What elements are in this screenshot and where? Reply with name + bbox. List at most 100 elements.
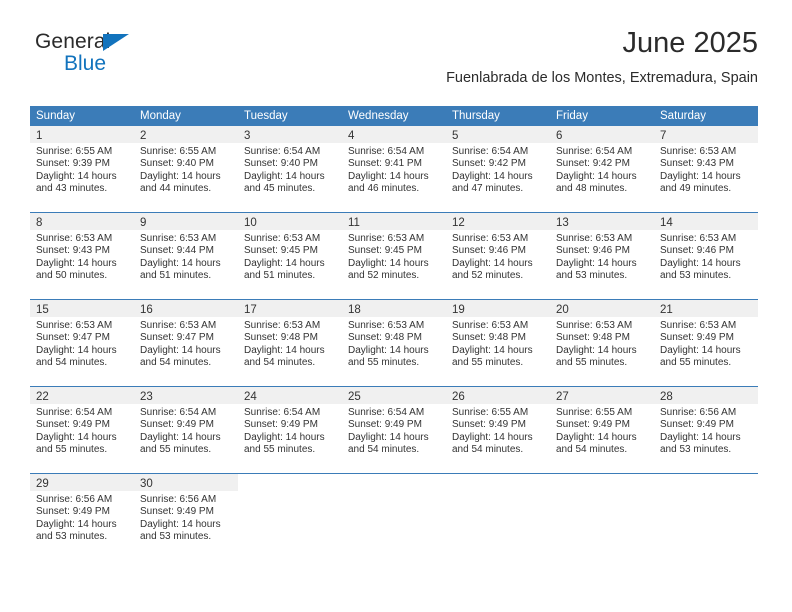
sunrise-text: Sunrise: 6:55 AM — [36, 146, 113, 157]
day-number-band: 27 — [550, 387, 654, 404]
day-number-band: 18 — [342, 300, 446, 317]
daylight-text: Daylight: 14 hours and 54 minutes. — [140, 344, 221, 369]
day-cell-14[interactable]: 14 Sunrise: 6:53 AM Sunset: 9:46 PM Dayligh… — [654, 213, 758, 299]
day-cell-22[interactable]: 22 Sunrise: 6:54 AM Sunset: 9:49 PM Dayligh… — [30, 387, 134, 473]
day-cell-17[interactable]: 17 Sunrise: 6:53 AM Sunset: 9:48 PM Dayligh… — [238, 300, 342, 386]
daylight-text: Daylight: 14 hours and 53 minutes. — [140, 518, 221, 543]
sunrise-text: Sunrise: 6:53 AM — [36, 320, 113, 331]
day-cell-20[interactable]: 20 Sunrise: 6:53 AM Sunset: 9:48 PM Dayligh… — [550, 300, 654, 386]
day-details: Sunrise: 6:53 AM Sunset: 9:43 PM Daylight:… — [30, 230, 134, 283]
sunrise-text: Sunrise: 6:53 AM — [556, 233, 633, 244]
day-cell-25[interactable]: 25 Sunrise: 6:54 AM Sunset: 9:49 PM Dayligh… — [342, 387, 446, 473]
weekday-header-saturday: Saturday — [660, 110, 707, 122]
day-number-band: 24 — [238, 387, 342, 404]
day-number-band: 17 — [238, 300, 342, 317]
day-cell-30[interactable]: 30 Sunrise: 6:56 AM Sunset: 9:49 PM Dayligh… — [134, 474, 238, 560]
sunrise-text: Sunrise: 6:53 AM — [140, 320, 217, 331]
day-cell-1[interactable]: 1 Sunrise: 6:55 AM Sunset: 9:39 PM Daylight… — [30, 126, 134, 212]
sunrise-text: Sunrise: 6:53 AM — [348, 233, 425, 244]
day-cell-23[interactable]: 23 Sunrise: 6:54 AM Sunset: 9:49 PM Dayligh… — [134, 387, 238, 473]
day-cell-empty — [446, 474, 550, 560]
day-details: Sunrise: 6:55 AM Sunset: 9:49 PM Daylight:… — [446, 404, 550, 457]
day-cell-29[interactable]: 29 Sunrise: 6:56 AM Sunset: 9:49 PM Dayligh… — [30, 474, 134, 560]
day-number-band: 7 — [654, 126, 758, 143]
sunrise-text: Sunrise: 6:56 AM — [140, 494, 217, 505]
day-cell-15[interactable]: 15 Sunrise: 6:53 AM Sunset: 9:47 PM Dayligh… — [30, 300, 134, 386]
sunrise-text: Sunrise: 6:54 AM — [140, 407, 217, 418]
sunset-text: Sunset: 9:40 PM — [244, 158, 318, 170]
day-number-band — [238, 474, 342, 491]
day-cell-21[interactable]: 21 Sunrise: 6:53 AM Sunset: 9:49 PM Dayligh… — [654, 300, 758, 386]
day-cell-18[interactable]: 18 Sunrise: 6:53 AM Sunset: 9:48 PM Dayligh… — [342, 300, 446, 386]
day-cell-26[interactable]: 26 Sunrise: 6:55 AM Sunset: 9:49 PM Dayligh… — [446, 387, 550, 473]
sunrise-text: Sunrise: 6:56 AM — [36, 494, 113, 505]
day-cell-11[interactable]: 11 Sunrise: 6:53 AM Sunset: 9:45 PM Dayligh… — [342, 213, 446, 299]
daylight-text: Daylight: 14 hours and 55 minutes. — [452, 344, 533, 369]
day-number-band: 12 — [446, 213, 550, 230]
day-number: 20 — [556, 304, 569, 316]
day-cell-12[interactable]: 12 Sunrise: 6:53 AM Sunset: 9:46 PM Dayligh… — [446, 213, 550, 299]
day-cell-9[interactable]: 9 Sunrise: 6:53 AM Sunset: 9:44 PM Daylight… — [134, 213, 238, 299]
day-number-band: 2 — [134, 126, 238, 143]
sunset-text: Sunset: 9:49 PM — [140, 419, 214, 431]
day-cell-2[interactable]: 2 Sunrise: 6:55 AM Sunset: 9:40 PM Daylight… — [134, 126, 238, 212]
calendar-grid: Sunday Monday Tuesday Wednesday Thursday Frid… — [30, 106, 758, 560]
day-number-band: 19 — [446, 300, 550, 317]
day-number: 14 — [660, 217, 673, 229]
day-cell-6[interactable]: 6 Sunrise: 6:54 AM Sunset: 9:42 PM Daylight… — [550, 126, 654, 212]
day-cell-10[interactable]: 10 Sunrise: 6:53 AM Sunset: 9:45 PM Dayligh… — [238, 213, 342, 299]
sunrise-text: Sunrise: 6:54 AM — [556, 146, 633, 157]
day-number-band — [342, 474, 446, 491]
week-row: 1 Sunrise: 6:55 AM Sunset: 9:39 PM Daylight… — [30, 126, 758, 212]
day-cell-3[interactable]: 3 Sunrise: 6:54 AM Sunset: 9:40 PM Daylight… — [238, 126, 342, 212]
day-cell-7[interactable]: 7 Sunrise: 6:53 AM Sunset: 9:43 PM Daylight… — [654, 126, 758, 212]
day-number-band — [550, 474, 654, 491]
day-cell-5[interactable]: 5 Sunrise: 6:54 AM Sunset: 9:42 PM Daylight… — [446, 126, 550, 212]
day-number: 5 — [452, 130, 459, 142]
day-cell-19[interactable]: 19 Sunrise: 6:53 AM Sunset: 9:48 PM Dayligh… — [446, 300, 550, 386]
day-number: 28 — [660, 391, 673, 403]
sunrise-text: Sunrise: 6:53 AM — [348, 320, 425, 331]
daylight-text: Daylight: 14 hours and 55 minutes. — [140, 431, 221, 456]
day-cell-13[interactable]: 13 Sunrise: 6:53 AM Sunset: 9:46 PM Dayligh… — [550, 213, 654, 299]
day-number: 25 — [348, 391, 361, 403]
week-row: 22 Sunrise: 6:54 AM Sunset: 9:49 PM Dayligh… — [30, 386, 758, 473]
daylight-text: Daylight: 14 hours and 52 minutes. — [452, 257, 533, 282]
day-details: Sunrise: 6:54 AM Sunset: 9:49 PM Daylight:… — [238, 404, 342, 457]
day-details: Sunrise: 6:55 AM Sunset: 9:49 PM Daylight:… — [550, 404, 654, 457]
sunset-text: Sunset: 9:48 PM — [452, 332, 526, 344]
sunrise-text: Sunrise: 6:55 AM — [556, 407, 633, 418]
day-details: Sunrise: 6:54 AM Sunset: 9:49 PM Daylight:… — [134, 404, 238, 457]
day-number: 30 — [140, 478, 153, 490]
sunrise-text: Sunrise: 6:53 AM — [140, 233, 217, 244]
day-number: 12 — [452, 217, 465, 229]
brand-name-general: General — [35, 30, 111, 53]
sunset-text: Sunset: 9:49 PM — [452, 419, 526, 431]
day-number: 13 — [556, 217, 569, 229]
page-title: June 2025 — [622, 27, 758, 59]
weekday-header-sunday: Sunday — [36, 110, 76, 122]
day-number-band: 5 — [446, 126, 550, 143]
sunset-text: Sunset: 9:43 PM — [36, 245, 110, 257]
sunset-text: Sunset: 9:48 PM — [244, 332, 318, 344]
sunset-text: Sunset: 9:42 PM — [556, 158, 630, 170]
day-cell-16[interactable]: 16 Sunrise: 6:53 AM Sunset: 9:47 PM Dayligh… — [134, 300, 238, 386]
day-cell-27[interactable]: 27 Sunrise: 6:55 AM Sunset: 9:49 PM Dayligh… — [550, 387, 654, 473]
daylight-text: Daylight: 14 hours and 53 minutes. — [556, 257, 637, 282]
daylight-text: Daylight: 14 hours and 53 minutes. — [36, 518, 117, 543]
weekday-header-monday: Monday — [140, 110, 181, 122]
day-cell-24[interactable]: 24 Sunrise: 6:54 AM Sunset: 9:49 PM Dayligh… — [238, 387, 342, 473]
day-cell-8[interactable]: 8 Sunrise: 6:53 AM Sunset: 9:43 PM Daylight… — [30, 213, 134, 299]
daylight-text: Daylight: 14 hours and 55 minutes. — [348, 344, 429, 369]
sunrise-text: Sunrise: 6:53 AM — [660, 320, 737, 331]
daylight-text: Daylight: 14 hours and 54 minutes. — [348, 431, 429, 456]
daylight-text: Daylight: 14 hours and 53 minutes. — [660, 431, 741, 456]
daylight-text: Daylight: 14 hours and 54 minutes. — [556, 431, 637, 456]
sunset-text: Sunset: 9:49 PM — [660, 332, 734, 344]
day-cell-empty — [238, 474, 342, 560]
daylight-text: Daylight: 14 hours and 52 minutes. — [348, 257, 429, 282]
day-cell-28[interactable]: 28 Sunrise: 6:56 AM Sunset: 9:49 PM Dayligh… — [654, 387, 758, 473]
day-cell-4[interactable]: 4 Sunrise: 6:54 AM Sunset: 9:41 PM Daylight… — [342, 126, 446, 212]
brand-logo[interactable]: General Blue — [35, 30, 205, 86]
day-number: 9 — [140, 217, 147, 229]
